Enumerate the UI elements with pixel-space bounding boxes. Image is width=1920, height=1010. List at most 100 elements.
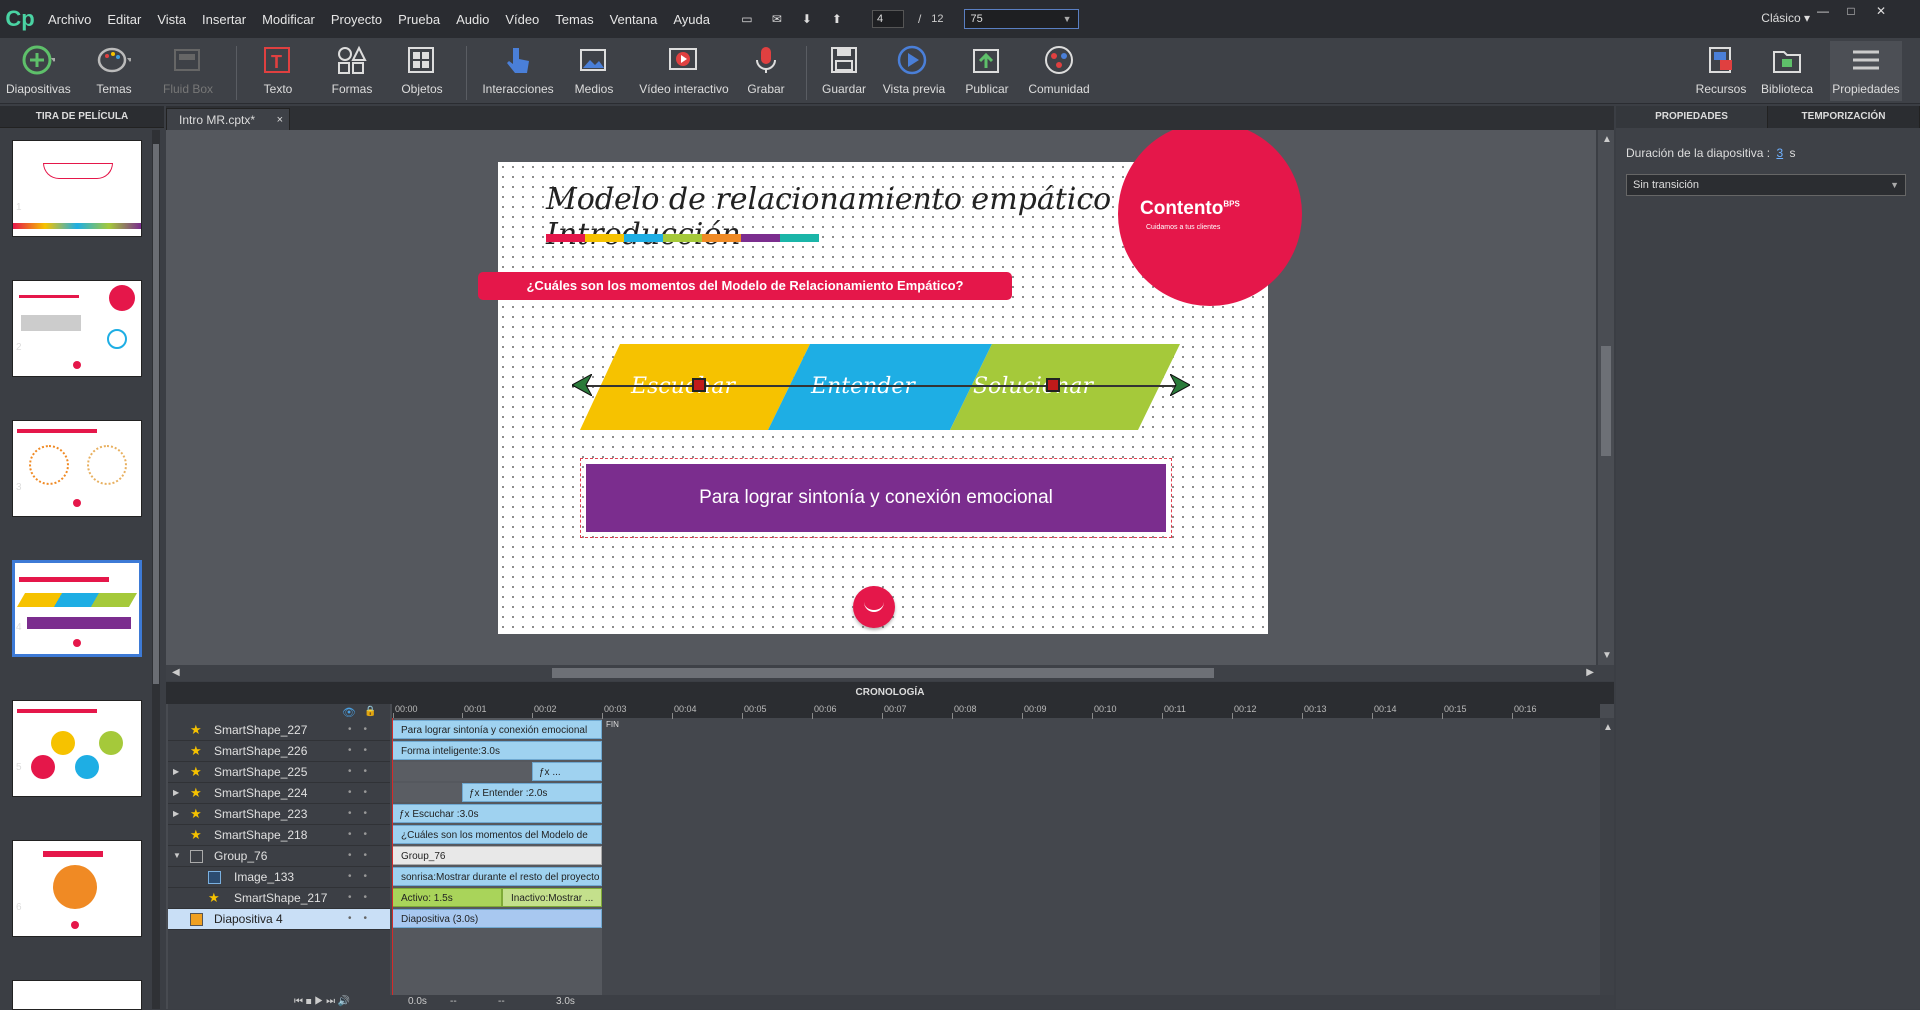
close-tab-icon[interactable]: × bbox=[277, 109, 283, 131]
layer-toggles[interactable]: •• bbox=[348, 909, 379, 929]
playback-controls[interactable]: ⏮ ◼ ▶ ⏭ 🔊 bbox=[294, 996, 350, 1007]
publish-button[interactable]: Publicar bbox=[958, 44, 1016, 96]
slide-thumbnail-2[interactable] bbox=[12, 280, 142, 377]
motion-path-line[interactable] bbox=[572, 385, 1176, 387]
layer-row[interactable]: ★ SmartShape_217 •• bbox=[168, 888, 390, 909]
timeline-scrollbar[interactable]: ▲ ▼ bbox=[1600, 718, 1614, 1009]
objects-button[interactable]: Objetos bbox=[394, 44, 450, 96]
timeline-bar-inactive[interactable]: Inactivo:Mostrar ... bbox=[502, 888, 602, 907]
timeline-bar-slide[interactable]: Diapositiva (3.0s) bbox=[392, 909, 602, 928]
timeline-bar[interactable]: Forma inteligente:3.0s bbox=[392, 741, 602, 760]
eye-icon[interactable]: 👁 bbox=[342, 706, 356, 719]
scroll-up-icon[interactable]: ▲ bbox=[1602, 134, 1612, 145]
community-button[interactable]: Comunidad bbox=[1026, 44, 1092, 96]
slide-thumbnail-4[interactable] bbox=[12, 560, 142, 657]
menu-audio[interactable]: Audio bbox=[448, 12, 497, 27]
layer-toggles[interactable]: •• bbox=[348, 846, 379, 866]
layer-row[interactable]: ★ SmartShape_226 •• bbox=[168, 741, 390, 762]
document-tab[interactable]: Intro MR.cptx* × bbox=[166, 108, 290, 130]
menu-insertar[interactable]: Insertar bbox=[194, 12, 254, 27]
workspace-mode[interactable]: Clásico ▾ bbox=[1761, 11, 1810, 25]
purple-caption[interactable]: Para lograr sintonía y conexión emociona… bbox=[586, 464, 1166, 532]
scroll-right-icon[interactable]: ▶ bbox=[1586, 667, 1594, 678]
layer-row[interactable]: ★ SmartShape_218 •• bbox=[168, 825, 390, 846]
preview-button[interactable]: Vista previa bbox=[878, 44, 950, 96]
timeline-bar[interactable]: ƒx Escuchar :3.0s bbox=[392, 804, 602, 823]
tab-properties[interactable]: PROPIEDADES bbox=[1616, 106, 1768, 128]
arrow-up-icon[interactable]: ⬆ bbox=[828, 12, 846, 26]
layer-toggles[interactable]: •• bbox=[348, 741, 379, 761]
interactive-video-button[interactable]: Vídeo interactivo bbox=[636, 44, 732, 96]
stage-horizontal-scrollbar[interactable]: ◀ ▶ bbox=[166, 665, 1614, 681]
scroll-up-icon[interactable]: ▲ bbox=[1603, 722, 1613, 733]
record-button[interactable]: Grabar bbox=[738, 44, 794, 96]
menu-video[interactable]: Vídeo bbox=[497, 12, 547, 27]
menu-proyecto[interactable]: Proyecto bbox=[323, 12, 390, 27]
current-slide-input[interactable]: 4 bbox=[871, 10, 904, 28]
resources-button[interactable]: Recursos bbox=[1692, 44, 1750, 96]
layer-toggles[interactable]: •• bbox=[348, 804, 379, 824]
slide-thumbnail-7[interactable] bbox=[12, 980, 142, 1010]
filmstrip-scrollbar[interactable] bbox=[152, 130, 160, 1009]
comment-icon[interactable]: ▭ bbox=[738, 12, 756, 26]
slide-thumbnail-5[interactable] bbox=[12, 700, 142, 797]
properties-button[interactable]: Propiedades bbox=[1830, 41, 1902, 101]
stage-vertical-scrollbar[interactable]: ▲ ▼ bbox=[1598, 130, 1614, 665]
mail-icon[interactable]: ✉ bbox=[768, 12, 786, 26]
timeline-bar-active[interactable]: Activo: 1.5s bbox=[392, 888, 502, 907]
timeline-bar[interactable]: sonrisa:Mostrar durante el resto del pro… bbox=[392, 867, 602, 886]
path-handle-start[interactable] bbox=[692, 378, 706, 392]
layer-row[interactable]: Image_133 •• bbox=[168, 867, 390, 888]
question-banner[interactable]: ¿Cuáles son los momentos del Modelo de R… bbox=[478, 272, 1012, 300]
color-stripe[interactable] bbox=[546, 234, 819, 242]
zoom-select[interactable]: 75 ▼ bbox=[963, 9, 1079, 29]
expand-icon[interactable]: ▶ bbox=[173, 783, 179, 803]
menu-archivo[interactable]: Archivo bbox=[40, 12, 99, 27]
smile-image[interactable] bbox=[853, 586, 895, 628]
layer-toggles[interactable]: •• bbox=[348, 867, 379, 887]
layer-toggles[interactable]: •• bbox=[348, 762, 379, 782]
slides-button[interactable]: Diapositivas bbox=[6, 44, 71, 96]
layer-row-slide[interactable]: Diapositiva 4 •• bbox=[168, 909, 390, 930]
menu-editar[interactable]: Editar bbox=[99, 12, 149, 27]
menu-vista[interactable]: Vista bbox=[149, 12, 194, 27]
menu-prueba[interactable]: Prueba bbox=[390, 12, 448, 27]
expand-icon[interactable]: ▶ bbox=[173, 804, 179, 824]
slide-thumbnail-1[interactable] bbox=[12, 140, 142, 237]
lock-icon[interactable]: 🔒 bbox=[364, 706, 376, 717]
menu-temas[interactable]: Temas bbox=[547, 12, 601, 27]
shapes-button[interactable]: Formas bbox=[324, 44, 380, 96]
path-handle-end[interactable] bbox=[1046, 378, 1060, 392]
slide-thumbnail-3[interactable] bbox=[12, 420, 142, 517]
layer-toggles[interactable]: •• bbox=[348, 720, 379, 740]
layer-row[interactable]: ▶ ★ SmartShape_223 •• bbox=[168, 804, 390, 825]
themes-button[interactable]: Temas bbox=[86, 44, 142, 96]
layer-toggles[interactable]: •• bbox=[348, 888, 379, 908]
minimize-button[interactable]: — bbox=[1810, 4, 1836, 24]
menu-modificar[interactable]: Modificar bbox=[254, 12, 323, 27]
slide-canvas[interactable]: Modelo de relacionamiento empático - Int… bbox=[478, 130, 1302, 634]
timeline-ruler[interactable]: 00:00 00:01 00:02 00:03 00:04 00:05 00:0… bbox=[392, 704, 1600, 719]
layer-row[interactable]: ▶ ★ SmartShape_225 •• bbox=[168, 762, 390, 783]
transition-select[interactable]: Sin transición ▼ bbox=[1626, 174, 1906, 196]
interactions-button[interactable]: Interacciones bbox=[478, 44, 558, 96]
collapse-icon[interactable]: ▼ bbox=[173, 846, 181, 866]
close-window-button[interactable]: ✕ bbox=[1868, 4, 1894, 24]
maximize-button[interactable]: □ bbox=[1838, 4, 1864, 24]
duration-value[interactable]: 3 bbox=[1776, 146, 1783, 160]
save-button[interactable]: Guardar bbox=[816, 44, 872, 96]
text-button[interactable]: T Texto bbox=[250, 44, 306, 96]
layer-row[interactable]: ▼ Group_76 •• bbox=[168, 846, 390, 867]
timeline-bar[interactable]: Group_76 bbox=[392, 846, 602, 865]
scroll-down-icon[interactable]: ▼ bbox=[1602, 650, 1612, 661]
fluid-box-button[interactable]: Fluid Box bbox=[160, 44, 216, 96]
timeline-playhead[interactable] bbox=[392, 718, 393, 1009]
layer-toggles[interactable]: •• bbox=[348, 825, 379, 845]
media-button[interactable]: Medios bbox=[566, 44, 622, 96]
layer-toggles[interactable]: •• bbox=[348, 783, 379, 803]
slide-thumbnail-6[interactable] bbox=[12, 840, 142, 937]
scroll-left-icon[interactable]: ◀ bbox=[172, 667, 180, 678]
timeline-bar[interactable]: ¿Cuáles son los momentos del Modelo de R… bbox=[392, 825, 602, 860]
timeline-bar[interactable]: ƒx ... bbox=[532, 762, 602, 781]
library-button[interactable]: Biblioteca bbox=[1758, 44, 1816, 96]
